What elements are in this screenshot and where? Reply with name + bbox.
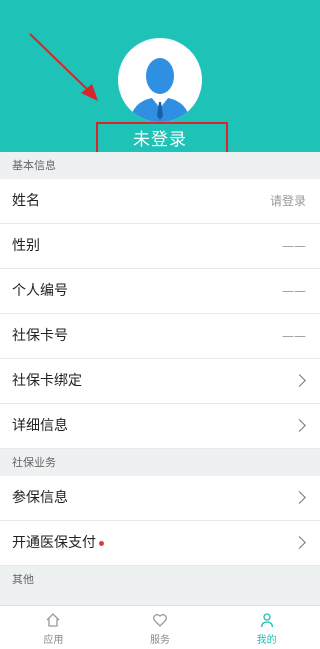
- home-icon: [46, 613, 60, 627]
- row-label: 开通医保支付: [12, 535, 96, 551]
- chevron-right-icon: [293, 491, 306, 504]
- section-header-basic: 基本信息: [0, 152, 320, 179]
- row-personal-id: 个人编号 ——: [0, 269, 320, 314]
- row-insurance-info[interactable]: 参保信息: [0, 476, 320, 521]
- profile-header: 未登录: [0, 0, 320, 155]
- heart-icon: [153, 614, 167, 627]
- profile-content: 基本信息 姓名 请登录 性别 —— 个人编号 —— 社保卡号 —— 社保卡绑定 …: [0, 152, 320, 593]
- section-header-social: 社保业务: [0, 449, 320, 476]
- row-label-wrap: 开通医保支付: [12, 521, 104, 566]
- chevron-right-icon: [293, 419, 306, 432]
- tab-mine[interactable]: 我的: [213, 606, 320, 649]
- row-value: 请登录: [269, 194, 306, 208]
- user-avatar-icon: [130, 58, 190, 122]
- row-gender: 性别 ——: [0, 224, 320, 269]
- row-medical-payment[interactable]: 开通医保支付: [0, 521, 320, 566]
- bottom-tab-bar: 应用 服务 我的: [0, 605, 320, 649]
- row-label: 性别: [12, 238, 40, 254]
- row-label: 个人编号: [12, 283, 68, 299]
- row-label: 社保卡号: [12, 328, 68, 344]
- row-details[interactable]: 详细信息: [0, 404, 320, 449]
- row-label: 姓名: [12, 193, 40, 209]
- notification-dot-icon: [99, 540, 104, 546]
- row-label: 社保卡绑定: [12, 373, 82, 389]
- row-value: ——: [282, 284, 306, 298]
- chevron-right-icon: [293, 536, 306, 549]
- tab-apps[interactable]: 应用: [0, 606, 107, 649]
- row-card-number: 社保卡号 ——: [0, 314, 320, 359]
- section-header-other: 其他: [0, 566, 320, 593]
- tab-label: 服务: [150, 635, 170, 646]
- row-value: ——: [282, 239, 306, 253]
- row-label: 详细信息: [12, 418, 68, 434]
- tab-label: 我的: [256, 635, 277, 646]
- chevron-right-icon: [293, 374, 306, 387]
- row-label: 参保信息: [12, 490, 68, 506]
- person-icon: [260, 613, 273, 628]
- tab-label: 应用: [43, 635, 64, 646]
- avatar[interactable]: [118, 38, 202, 122]
- highlight-box: [96, 122, 228, 155]
- row-name[interactable]: 姓名 请登录: [0, 179, 320, 224]
- row-card-binding[interactable]: 社保卡绑定: [0, 359, 320, 404]
- tab-services[interactable]: 服务: [107, 606, 214, 649]
- row-value: ——: [282, 329, 306, 343]
